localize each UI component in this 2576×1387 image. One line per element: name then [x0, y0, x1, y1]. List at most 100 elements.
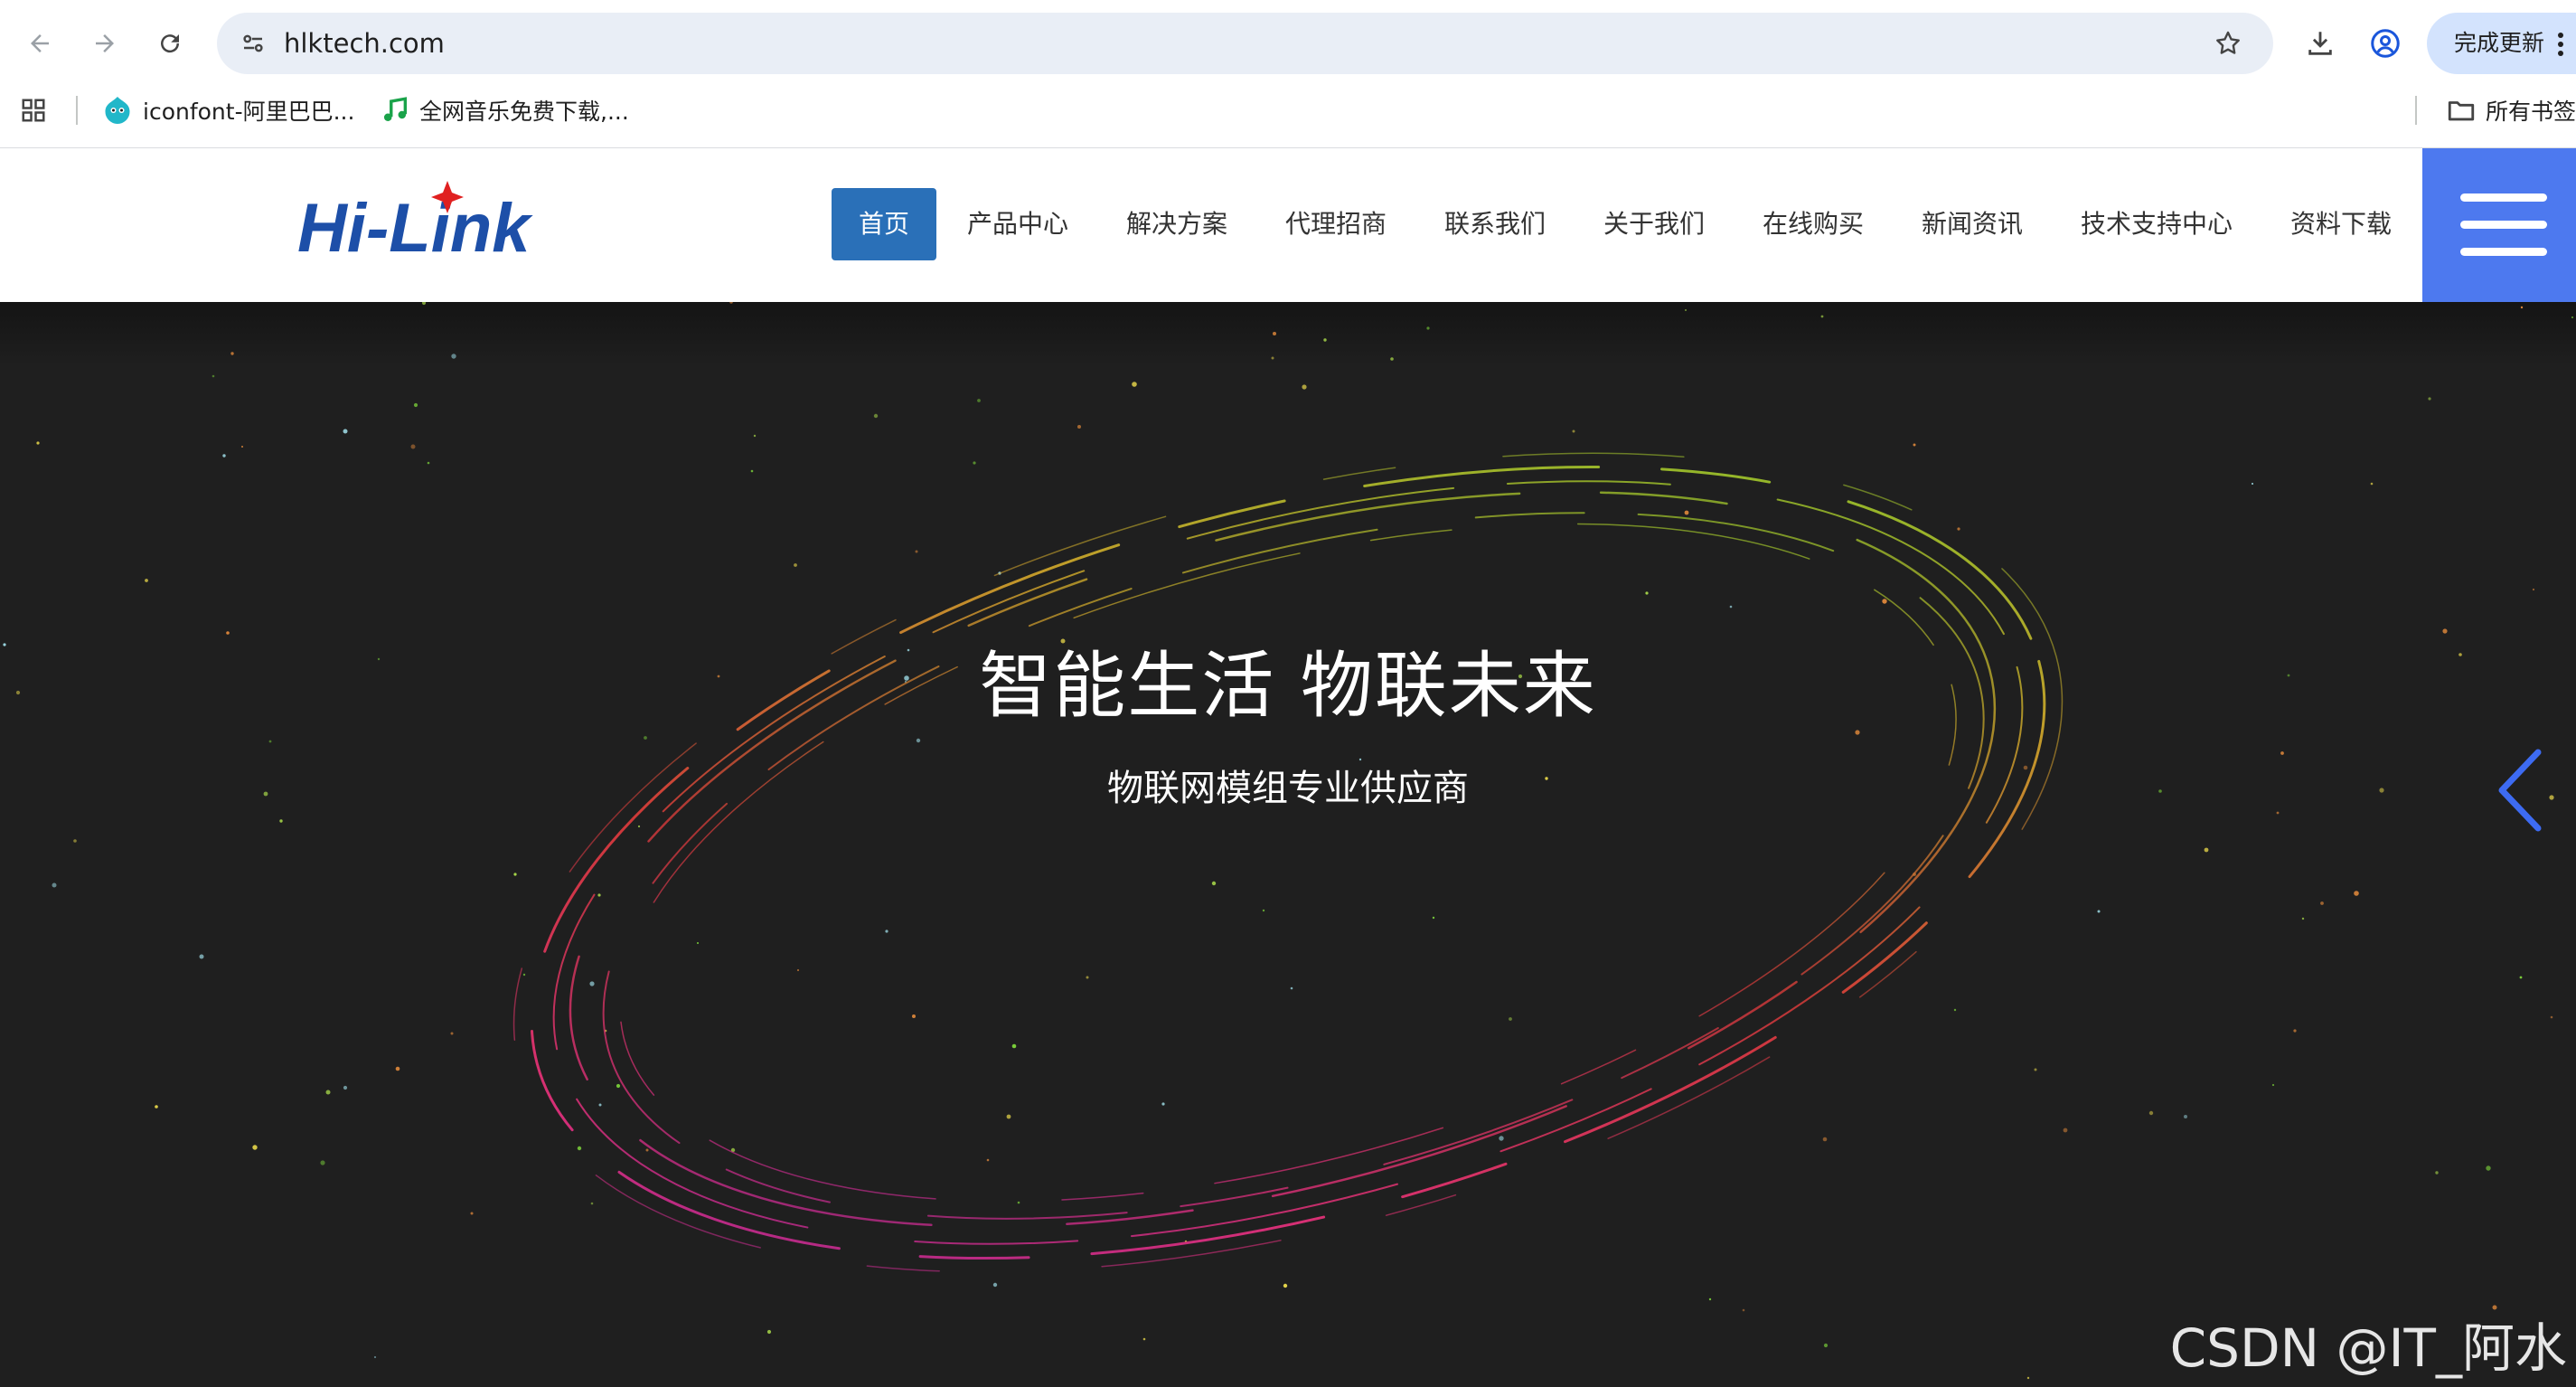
star-dot [2280, 751, 2284, 755]
music-note-icon [380, 95, 410, 126]
all-bookmarks[interactable]: 所有书签 [2446, 87, 2576, 134]
star-dot [2519, 976, 2523, 979]
star-dot [750, 469, 754, 473]
star-dot [279, 819, 283, 823]
menu-item-shop[interactable]: 在线购买 [1763, 188, 1864, 260]
hamburger-menu-button[interactable] [2422, 148, 2576, 302]
star-dot [697, 942, 699, 944]
apps-grid-icon[interactable] [20, 87, 47, 134]
star-dot [2271, 1083, 2275, 1087]
star-dots [3, 302, 2573, 1380]
star-dot [252, 1145, 258, 1150]
hero-title: 智能生活 物联未来 [979, 644, 1597, 728]
star-dot [1017, 1201, 1020, 1204]
star-dot [1432, 916, 1435, 920]
star-dot [1913, 443, 1916, 447]
star-dot [977, 399, 981, 402]
star-dot [1820, 315, 1824, 318]
menu-item-downloads[interactable]: 资料下载 [2290, 188, 2392, 260]
star-dot [73, 839, 77, 843]
star-dot [155, 1105, 158, 1109]
bookmark-star-icon[interactable] [2208, 24, 2248, 63]
star-dot [2301, 917, 2305, 920]
star-dot [1645, 591, 1649, 595]
menu-item-home[interactable]: 首页 [832, 188, 936, 260]
star-dot [2293, 1029, 2297, 1033]
star-dot [1161, 1102, 1165, 1106]
star-dot [1509, 1017, 1512, 1021]
arrow-left-icon [31, 34, 49, 52]
star-dot [2435, 1171, 2439, 1175]
folder-icon [2446, 95, 2477, 126]
profile-icon[interactable] [2364, 22, 2407, 65]
more-vert-icon [2558, 33, 2563, 56]
site-info-icon[interactable] [233, 24, 273, 63]
menu-item-solutions[interactable]: 解决方案 [1126, 188, 1227, 260]
star-dot [2148, 1110, 2154, 1116]
star-dot [1572, 429, 1575, 433]
update-button[interactable]: 完成更新 [2427, 13, 2576, 74]
menu-item-agents[interactable]: 代理招商 [1285, 188, 1387, 260]
star-dot [577, 1146, 582, 1151]
star-dot [325, 1090, 331, 1095]
star-dot [885, 929, 888, 933]
hero-swirl-graphic [3, 302, 2573, 1380]
carousel-prev-button[interactable] [2493, 745, 2547, 839]
menu-item-support[interactable]: 技术支持中心 [2081, 188, 2233, 260]
menu-item-contact[interactable]: 联系我们 [1444, 188, 1546, 260]
star-dot [241, 446, 243, 448]
star-dot [427, 461, 430, 465]
star-dot [1742, 1308, 1745, 1312]
address-bar[interactable]: hlktech.com [217, 13, 2273, 74]
star-dot [1283, 1283, 1288, 1288]
star-dot [729, 302, 733, 304]
reload-icon [161, 34, 180, 53]
star-dot [2354, 891, 2359, 896]
star-dot [753, 434, 757, 438]
hero-banner: 智能生活 物联未来 物联网模组专业供应商 CSDN @IT_阿水 [0, 302, 2576, 1387]
star-dot [230, 352, 234, 355]
menu-item-products[interactable]: 产品中心 [967, 188, 1068, 260]
star-dot [36, 441, 40, 445]
star-dot [1271, 356, 1274, 360]
reload-button[interactable] [148, 22, 192, 65]
star-dot [199, 954, 204, 959]
bookmark-music[interactable]: 全网音乐免费下载,... [380, 87, 629, 134]
star-dot [2063, 1128, 2068, 1133]
star-dot [268, 740, 272, 743]
forward-button[interactable] [83, 22, 127, 65]
star-dot [1290, 986, 1293, 990]
hamburger-line [2460, 193, 2547, 202]
download-icon[interactable] [2299, 22, 2342, 65]
star-dot [470, 1212, 474, 1215]
star-dot [1077, 425, 1081, 429]
site-header: Hi-Link 首页 产品中心 解决方案 代理招商 联系我们 关于我们 在线购买… [0, 148, 2576, 302]
star-dot [873, 413, 879, 419]
bookmark-iconfont[interactable]: iconfont-阿里巴巴... [101, 87, 354, 134]
menu-item-news[interactable]: 新闻资讯 [1922, 188, 2023, 260]
star-dot [1132, 382, 1137, 387]
star-dot [1685, 309, 1687, 311]
bookmark-label: iconfont-阿里巴巴... [143, 99, 355, 125]
star-dot [986, 1158, 990, 1162]
star-dot [222, 454, 226, 458]
star-dot [1957, 527, 1960, 531]
star-dot [1426, 326, 1430, 330]
star-dot [2520, 306, 2524, 309]
url-text[interactable]: hlktech.com [284, 13, 445, 74]
star-dot [212, 374, 215, 378]
star-dot [1729, 605, 1733, 609]
star-dot [2571, 316, 2573, 318]
back-button[interactable] [18, 22, 61, 65]
arrow-right-icon [96, 34, 114, 52]
star-dot [794, 563, 797, 567]
star-dot [644, 736, 647, 740]
star-dot [2550, 1015, 2553, 1019]
star-dot [450, 1032, 454, 1035]
star-dot [2252, 483, 2253, 485]
site-logo[interactable]: Hi-Link [294, 175, 556, 269]
star-dot [1211, 881, 1217, 886]
star-dot [1011, 1043, 1017, 1049]
menu-item-about[interactable]: 关于我们 [1603, 188, 1705, 260]
star-dot [1262, 909, 1265, 912]
